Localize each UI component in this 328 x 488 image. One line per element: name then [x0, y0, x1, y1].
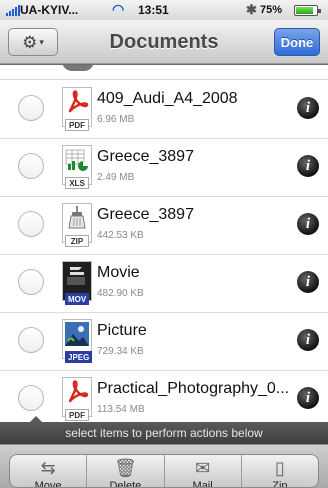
envelope-icon: ✉ [195, 458, 211, 478]
file-type-badge: PDF [65, 119, 89, 131]
spreadsheet-file-icon: XLS [62, 145, 94, 189]
info-icon[interactable]: i [297, 155, 319, 177]
bluetooth-icon: ✱ [246, 2, 257, 17]
file-name: Movie [97, 264, 140, 281]
trash-icon: 🗑 [113, 458, 137, 478]
file-type-badge: JPEG [65, 351, 93, 363]
clock: 13:51 [138, 3, 169, 17]
file-size: 442.53 KB [97, 230, 144, 241]
chevron-down-icon: ▾ [39, 36, 44, 47]
delete-label: Delete [109, 480, 142, 488]
select-checkbox[interactable] [18, 211, 44, 237]
battery-icon [294, 5, 321, 16]
file-name: Picture [97, 322, 147, 339]
delete-button[interactable]: 🗑 Delete [87, 455, 165, 488]
file-row[interactable]: XLS Greece_3897 2.49 MB i [0, 139, 328, 197]
file-name: 409_Audi_A4_2008 [97, 90, 238, 107]
pdf-file-icon: PDF [62, 377, 94, 421]
hint-text: select items to perform actions below [65, 426, 263, 440]
select-checkbox[interactable] [18, 327, 44, 353]
file-name: Practical_Photography_0... [97, 380, 290, 397]
settings-menu-button[interactable]: ⚙ ▾ [8, 28, 58, 56]
info-icon[interactable]: i [297, 213, 319, 235]
select-checkbox[interactable] [18, 95, 44, 121]
wifi-icon: ◠ [112, 1, 125, 17]
image-file-icon: JPEG [62, 319, 94, 363]
select-checkbox[interactable] [18, 269, 44, 295]
selection-hint: select items to perform actions below [0, 416, 328, 444]
signal-icon [6, 4, 20, 16]
info-icon[interactable]: i [297, 97, 319, 119]
file-type-badge: XLS [65, 177, 89, 189]
move-label: Move [34, 480, 62, 488]
file-row[interactable]: MOV Movie 482.90 KB i [0, 255, 328, 313]
move-button[interactable]: ⇆ Move [10, 455, 88, 488]
bottom-toolbar: ⇆ Move 🗑 Delete ✉ Mail ▯ Zip [0, 444, 328, 488]
battery-percent: 75% [260, 4, 283, 16]
file-list[interactable]: PDF 409_Audi_A4_2008 6.96 MB i XLS Greece_389… [0, 65, 328, 422]
zip-icon: ▯ [274, 458, 285, 478]
mail-button[interactable]: ✉ Mail [165, 455, 242, 487]
file-size: 482.90 KB [97, 288, 144, 299]
page-title: Documents [109, 31, 219, 53]
info-icon[interactable]: i [297, 271, 319, 293]
file-row[interactable]: PDF Practical_Photography_0... 113.54 MB i [0, 371, 328, 422]
gear-icon: ⚙ [22, 32, 38, 52]
file-size: 6.96 MB [97, 114, 135, 125]
info-icon[interactable]: i [297, 387, 319, 409]
zip-button[interactable]: ▯ Zip [242, 455, 318, 487]
select-checkbox[interactable] [18, 153, 44, 179]
file-type-badge: PDF [65, 409, 89, 421]
info-icon[interactable]: i [297, 329, 319, 351]
pdf-file-icon: PDF [62, 87, 94, 131]
move-icon: ⇆ [40, 458, 56, 478]
file-type-badge: MOV [65, 293, 90, 305]
file-name: Greece_3897 [97, 148, 194, 165]
file-size: 113.54 MB [97, 404, 145, 415]
zip-label: Zip [272, 480, 288, 488]
status-bar: UA-KYIV... ◠ 13:51 ✱ 75% [0, 0, 328, 20]
navigation-bar: ⚙ ▾ Documents Done [0, 20, 328, 64]
movie-file-icon: MOV [62, 261, 94, 305]
file-row[interactable]: JPEG Picture 729.34 KB i [0, 313, 328, 371]
file-row[interactable]: ZIP Greece_3897 442.53 KB i [0, 197, 328, 255]
select-checkbox[interactable] [18, 385, 44, 411]
file-icon [62, 65, 94, 71]
previous-row-partial [0, 65, 328, 80]
zip-file-icon: ZIP [62, 203, 94, 247]
done-button[interactable]: Done [274, 28, 320, 56]
file-row[interactable]: PDF 409_Audi_A4_2008 6.96 MB i [0, 81, 328, 139]
file-name: Greece_3897 [97, 206, 194, 223]
carrier-name: UA-KYIV... [20, 3, 79, 17]
file-size: 729.34 KB [97, 346, 144, 357]
file-size: 2.49 MB [97, 172, 135, 183]
action-segment: ⇆ Move 🗑 Delete ✉ Mail ▯ Zip [9, 454, 319, 488]
mail-label: Mail [192, 480, 213, 488]
file-type-badge: ZIP [65, 235, 89, 247]
